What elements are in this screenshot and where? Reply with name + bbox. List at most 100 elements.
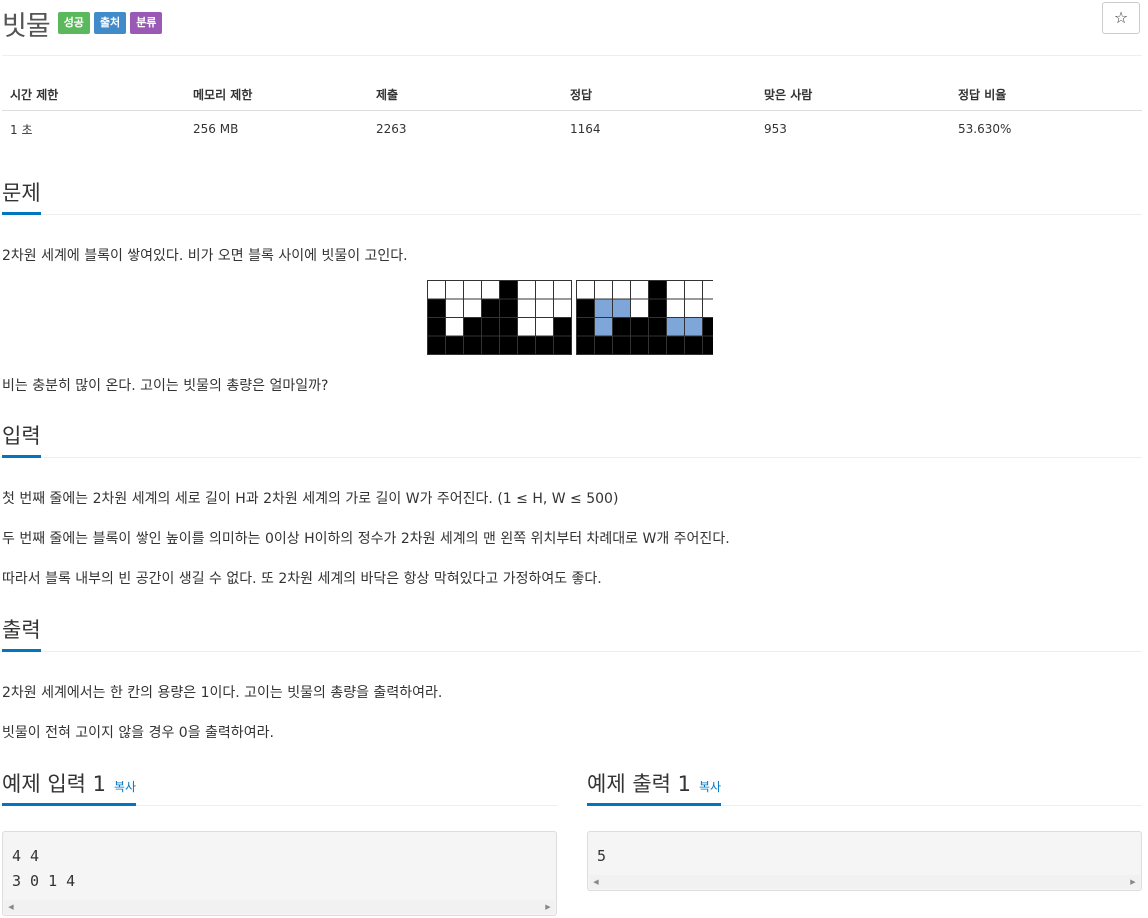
sample-output-title-wrap: 예제 출력 1 복사 [587,771,722,806]
sample-input-box[interactable]: 4 4 3 0 1 4 ◀ ▶ [2,831,557,916]
sample-input-text: 4 4 3 0 1 4 [12,847,76,890]
sample-input-title-wrap: 예제 입력 1 복사 [2,771,137,806]
grid-right-cell [648,298,667,318]
grid-right-cell [684,280,703,300]
scroll-right-icon[interactable]: ▶ [1126,875,1140,889]
submissions-value: 2263 [376,122,407,136]
scroll-left-icon[interactable]: ◀ [4,900,18,914]
grid-left-cell [499,317,518,337]
sample-output-text: 5 [597,847,607,865]
grid-left-cell [481,317,500,337]
grid-right-cell [576,298,595,318]
grid-left-cell [535,317,554,337]
header-memory-limit: 메모리 제한 [185,78,368,111]
grid-right-cell [594,280,613,300]
output-heading: 출력 [2,617,41,652]
header-solved-users: 맞은 사람 [756,78,950,111]
horizontal-scrollbar[interactable]: ◀ ▶ [589,875,1140,889]
grid-left [427,280,572,355]
grid-right-cell [576,280,595,300]
problem-headline: 문제 [2,180,1142,215]
sample-output-headline: 예제 출력 1 복사 [587,771,1142,806]
grid-left-cell [499,335,518,355]
grid-left-cell [481,280,500,300]
problem-page: 빗물 성공 출처 분류 ☆ 시간 제한 메모리 제한 제출 정답 맞은 사람 정… [0,0,1148,918]
grid-left-cell [535,280,554,300]
badge-success[interactable]: 성공 [57,12,90,34]
grid-right-cell [630,280,649,300]
grid-right-cell [684,298,703,318]
badge-source[interactable]: 출처 [93,12,127,34]
grid-left-cell [445,335,464,355]
input-text-2: 두 번째 줄에는 블록이 쌓인 높이를 의미하는 0이상 H이하의 정수가 2차… [2,531,730,547]
grid-right-cell [684,317,703,337]
output-text-1: 2차원 세계에서는 한 칸의 용량은 1이다. 고이는 빗물의 총량을 출력하여… [2,685,443,701]
sample-input-heading: 예제 입력 1 [2,772,106,796]
stats-value-row: 1 초 256 MB 2263 1164 953 53.630% [2,111,1142,148]
grid-left-cell [481,298,500,318]
output-headline: 출력 [2,617,1142,652]
problem-text-1: 2차원 세계에 블록이 쌓여있다. 비가 오면 블록 사이에 빗물이 고인다. [2,248,408,264]
output-text-2: 빗물이 전혀 고이지 않을 경우 0을 출력하여라. [2,725,274,741]
grid-left-cell [427,317,446,337]
grid-right-cell [666,298,685,318]
badge-category[interactable]: 분류 [130,12,163,34]
grid-left-cell [535,335,554,355]
grid-left-cell [499,280,518,300]
grid-left-cell [445,280,464,300]
accepted-value: 1164 [570,122,601,136]
scroll-left-icon[interactable]: ◀ [589,875,603,889]
grid-left-cell [463,317,482,337]
stats-table: 시간 제한 메모리 제한 제출 정답 맞은 사람 정답 비율 1 초 256 M… [2,78,1142,147]
sample-output-box[interactable]: 5 ◀ ▶ [587,831,1142,891]
input-headline: 입력 [2,423,1142,458]
grid-right-cell [612,298,631,318]
grid-right-cell [630,298,649,318]
grid-right-cell [666,335,685,355]
grid-left-cell [517,335,536,355]
grid-right-cell [702,335,713,355]
grid-right-cell [648,335,667,355]
problem-title: 빗물 [2,10,51,42]
rainwater-figure [427,280,713,355]
copy-input-button[interactable]: 복사 [114,780,136,794]
sample-input-headline: 예제 입력 1 복사 [2,771,557,806]
grid-left-cell [463,280,482,300]
grid-right-cell [612,317,631,337]
grid-left-cell [553,317,572,337]
grid-left-cell [481,335,500,355]
grid-left-cell [463,335,482,355]
scroll-right-icon[interactable]: ▶ [541,900,555,914]
grid-left-cell [499,298,518,318]
input-heading: 입력 [2,423,41,458]
horizontal-scrollbar[interactable]: ◀ ▶ [4,900,555,914]
title-row: 빗물 성공 출처 분류 [2,0,166,46]
star-icon: ☆ [1113,8,1129,27]
grid-right [576,280,713,355]
grid-right-cell [702,280,713,300]
header-accepted: 정답 [562,78,756,111]
grid-left-cell [427,298,446,318]
star-button[interactable]: ☆ [1102,2,1140,34]
sample-output-heading: 예제 출력 1 [587,772,691,796]
grid-left-cell [517,317,536,337]
grid-right-cell [702,317,713,337]
input-text-3: 따라서 블록 내부의 빈 공간이 생길 수 없다. 또 2차원 세계의 바닥은 … [2,571,602,587]
grid-left-cell [427,280,446,300]
grid-right-cell [576,317,595,337]
grid-right-cell [702,298,713,318]
grid-right-cell [684,335,703,355]
grid-right-cell [666,317,685,337]
grid-left-cell [517,298,536,318]
grid-right-cell [666,280,685,300]
stats-header-row: 시간 제한 메모리 제한 제출 정답 맞은 사람 정답 비율 [2,78,1142,111]
grid-left-cell [517,280,536,300]
copy-output-button[interactable]: 복사 [699,780,721,794]
grid-right-cell [576,335,595,355]
grid-right-cell [594,317,613,337]
grid-left-cell [445,298,464,318]
input-text-1: 첫 번째 줄에는 2차원 세계의 세로 길이 H과 2차원 세계의 가로 길이 … [2,491,619,507]
memory-limit-value: 256 MB [193,122,239,136]
grid-left-cell [445,317,464,337]
divider [2,55,1142,56]
